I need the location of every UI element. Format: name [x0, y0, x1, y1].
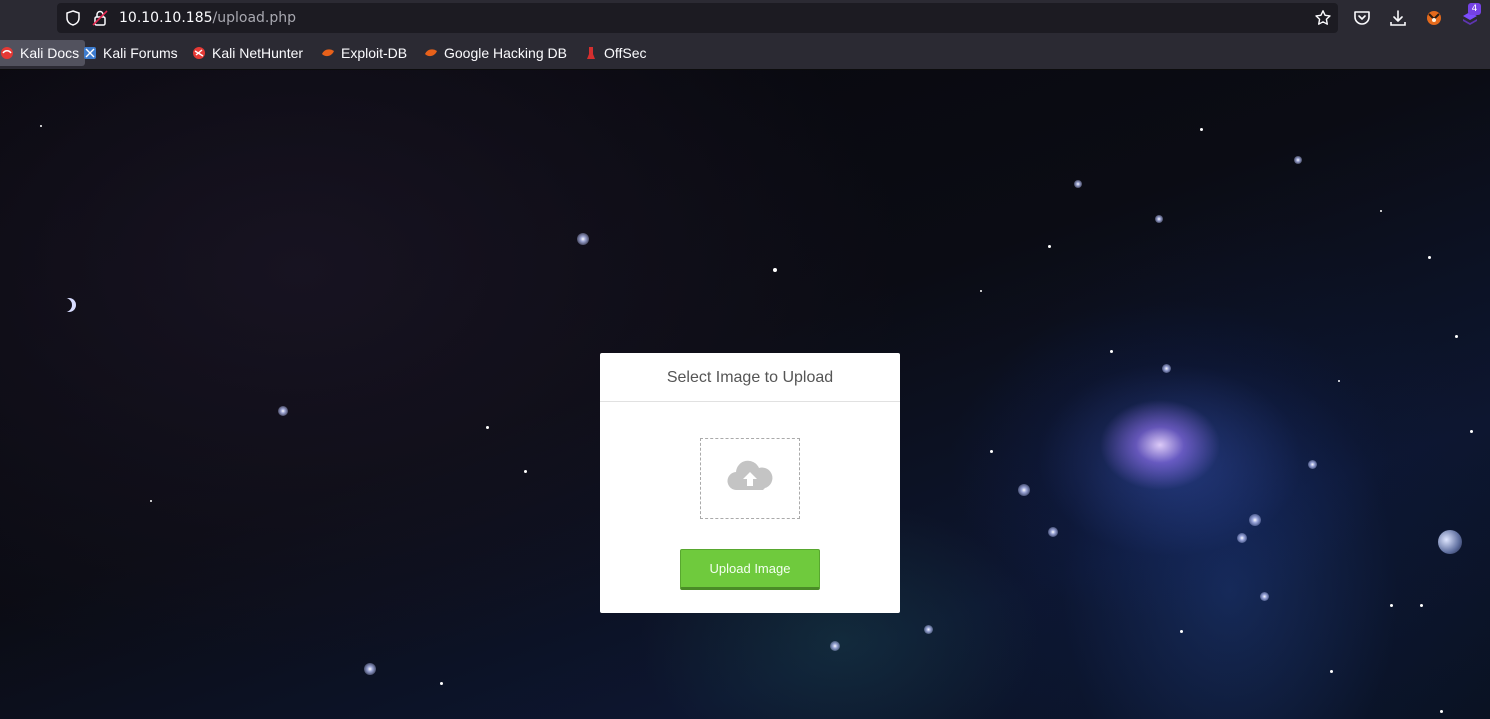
star: [278, 406, 288, 416]
star: [524, 470, 527, 473]
star: [1260, 592, 1269, 601]
star: [830, 641, 840, 651]
url-host: 10.10.10.185: [119, 10, 213, 26]
star: [1155, 215, 1163, 223]
star: [1048, 527, 1058, 537]
bookmark-kali-docs[interactable]: Kali Docs: [0, 40, 86, 66]
star: [1455, 335, 1458, 338]
star: [1162, 364, 1171, 373]
bookmark-label: Kali Forums: [103, 45, 178, 61]
bookmark-kali-forums[interactable]: Kali Forums: [83, 40, 184, 66]
image-dropzone[interactable]: [700, 438, 800, 519]
bookmark-label: Exploit-DB: [341, 45, 408, 61]
star: [1420, 604, 1423, 607]
star: [1249, 514, 1261, 526]
upload-image-button[interactable]: Upload Image: [680, 549, 820, 590]
star: [440, 682, 443, 685]
bookmark-label: Google Hacking DB: [444, 45, 567, 61]
url-path: /upload.php: [212, 10, 297, 26]
star: [1470, 430, 1473, 433]
extension-fox-icon[interactable]: [1424, 8, 1444, 28]
bookmark-label: Kali Docs: [20, 45, 80, 61]
star: [1338, 380, 1340, 382]
bookmark-star-icon[interactable]: [1314, 9, 1332, 31]
crescent-moon: [62, 298, 76, 312]
upload-card-title: Select Image to Upload: [600, 353, 900, 402]
bookmarks-toolbar: Kali Docs Kali Forums Kali NetHunter Exp…: [0, 36, 1490, 70]
star: [364, 663, 376, 675]
star: [40, 125, 42, 127]
star: [1330, 670, 1333, 673]
cloud-upload-icon: [725, 458, 775, 498]
extension-badge: 4: [1468, 3, 1481, 15]
star: [990, 450, 993, 453]
google-hacking-db-icon: [424, 46, 438, 60]
star: [1110, 350, 1113, 353]
star: [773, 268, 777, 272]
upload-card: Select Image to Upload Upload Image: [600, 353, 900, 613]
planet: [1438, 530, 1462, 554]
url-text[interactable]: 10.10.10.185/upload.php: [119, 9, 296, 27]
address-bar[interactable]: 10.10.10.185/upload.php: [57, 3, 1338, 33]
bookmark-exploit-db[interactable]: Exploit-DB: [321, 40, 413, 66]
star: [1308, 460, 1317, 469]
exploit-db-icon: [321, 46, 335, 60]
bookmark-label: Kali NetHunter: [212, 45, 304, 61]
space-background: Select Image to Upload Upload Image: [0, 70, 1490, 719]
star: [1200, 128, 1203, 131]
star: [1380, 210, 1382, 212]
star: [150, 500, 152, 502]
star: [1390, 604, 1393, 607]
bookmark-label: OffSec: [604, 45, 647, 61]
bookmark-offsec[interactable]: OffSec: [584, 40, 653, 66]
pocket-icon[interactable]: [1352, 8, 1372, 28]
star: [577, 233, 589, 245]
star: [1428, 256, 1431, 259]
star: [1074, 180, 1082, 188]
star: [1180, 630, 1183, 633]
star: [1018, 484, 1030, 496]
offsec-icon: [584, 46, 598, 60]
bookmark-kali-nethunter[interactable]: Kali NetHunter: [192, 40, 309, 66]
kali-nethunter-icon: [192, 46, 206, 60]
kali-docs-icon: [0, 46, 14, 60]
browser-toolbar: 10.10.10.185/upload.php 4: [0, 0, 1490, 36]
star: [924, 625, 933, 634]
star: [1440, 710, 1443, 713]
star: [486, 426, 489, 429]
star: [1048, 245, 1051, 248]
downloads-icon[interactable]: [1388, 8, 1408, 28]
tracking-protection-shield-icon[interactable]: [64, 9, 82, 31]
star: [980, 290, 982, 292]
kali-forums-icon: [83, 46, 97, 60]
insecure-lock-icon[interactable]: [91, 9, 109, 31]
bookmark-google-hacking-db[interactable]: Google Hacking DB: [424, 40, 573, 66]
star: [1237, 533, 1247, 543]
star: [1294, 156, 1302, 164]
